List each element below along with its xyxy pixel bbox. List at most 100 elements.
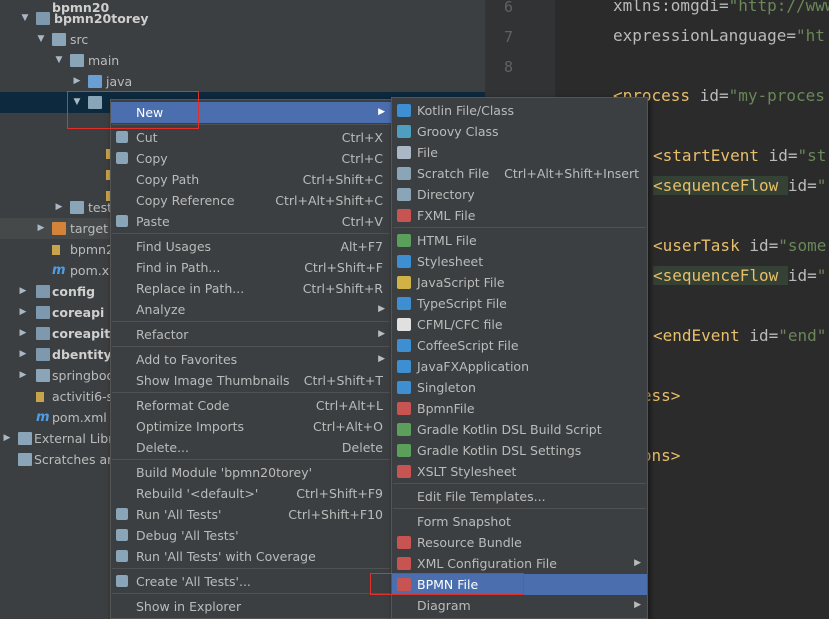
collapse-arrow-icon[interactable]: ▶ [36,218,46,239]
menu-item-groovy-class[interactable]: Groovy Class [392,121,647,142]
menu-separator [112,568,390,569]
menu-item-label: Diagram [417,598,471,613]
file-icon [397,146,411,159]
folder-icon [70,54,84,67]
cut-icon [116,131,128,143]
shortcut-label: Ctrl+Shift+C [302,172,383,187]
file-icon [52,245,60,255]
menu-item-replace-in-path[interactable]: Replace in Path... Ctrl+Shift+R [111,278,391,299]
menu-item-label: Replace in Path... [136,281,245,296]
menu-item-fxml-file[interactable]: FXML File [392,205,647,226]
tree-item-label: bpmn20torey [54,11,149,26]
menu-item-run-all-tests[interactable]: Run 'All Tests' Ctrl+Shift+F10 [111,504,391,525]
code-token: id= [768,146,798,165]
menu-item-resource-bundle[interactable]: Resource Bundle [392,532,647,553]
menu-item-directory[interactable]: Directory [392,184,647,205]
expand-arrow-icon[interactable]: ▼ [36,29,46,50]
expand-arrow-icon[interactable]: ▼ [20,8,30,29]
menu-item-label: JavaScript File [417,275,505,290]
menu-separator [393,483,646,484]
maven-icon: m [36,410,50,425]
menu-item-xml-configuration-file[interactable]: XML Configuration File ▶ [392,553,647,574]
menu-item-diagram[interactable]: Diagram ▶ [392,595,647,616]
collapse-arrow-icon[interactable]: ▶ [72,71,82,92]
menu-item-label: Build Module 'bpmn20torey' [136,465,313,480]
menu-item-label: XSLT Stylesheet [417,464,517,479]
fxml-icon [397,209,411,222]
code-token: id= [787,176,817,195]
menu-item-find-usages[interactable]: Find Usages Alt+F7 [111,236,391,257]
shortcut-label: Ctrl+Shift+F [304,260,383,275]
menu-item-file[interactable]: File [392,142,647,163]
xslt-icon [397,465,411,478]
code-token: "st [797,146,827,165]
menu-item-copy-reference[interactable]: Copy Reference Ctrl+Alt+Shift+C [111,190,391,211]
expand-arrow-icon[interactable]: ▼ [54,50,64,71]
xml-icon [397,557,411,570]
collapse-arrow-icon[interactable]: ▶ [18,323,28,344]
menu-item-reformat-code[interactable]: Reformat Code Ctrl+Alt+L [111,395,391,416]
folder-icon [52,33,66,46]
menu-item-javafxapplication[interactable]: JavaFXApplication [392,356,647,377]
menu-item-coffeescript-file[interactable]: CoffeeScript File [392,335,647,356]
menu-item-rebuild-default[interactable]: Rebuild '<default>' Ctrl+Shift+F9 [111,483,391,504]
menu-item-kotlin-file-class[interactable]: Kotlin File/Class [392,100,647,121]
menu-item-scratch-file[interactable]: Scratch File Ctrl+Alt+Shift+Insert [392,163,647,184]
menu-separator [112,346,390,347]
collapse-arrow-icon[interactable]: ▶ [54,197,64,218]
menu-item-optimize-imports[interactable]: Optimize Imports Ctrl+Alt+O [111,416,391,437]
collapse-arrow-icon[interactable]: ▶ [18,302,28,323]
menu-item-cfml-cfc-file[interactable]: CFML/CFC file [392,314,647,335]
tree-item-label: bpmn2 [70,242,114,257]
menu-item-edit-file-templates[interactable]: Edit File Templates... [392,486,647,507]
code-token: "my-proces [728,86,825,105]
menu-item-copy-path[interactable]: Copy Path Ctrl+Shift+C [111,169,391,190]
menu-item-xslt-stylesheet[interactable]: XSLT Stylesheet [392,461,647,482]
menu-item-typescript-file[interactable]: TypeScript File [392,293,647,314]
menu-item-gradle-kotlin-dsl-settings[interactable]: Gradle Kotlin DSL Settings [392,440,647,461]
menu-separator [112,392,390,393]
menu-item-refactor[interactable]: Refactor ▶ [111,324,391,345]
menu-item-analyze[interactable]: Analyze ▶ [111,299,391,320]
shortcut-label: Ctrl+Shift+R [302,281,383,296]
menu-item-show-in-explorer[interactable]: Show in Explorer [111,596,391,617]
code-token: xmlns:omgdi= [613,0,729,15]
menu-item-paste[interactable]: Paste Ctrl+V [111,211,391,232]
collapse-arrow-icon[interactable]: ▶ [2,428,12,449]
module-folder-icon [36,285,50,298]
menu-item-label: TypeScript File [417,296,507,311]
collapse-arrow-icon[interactable]: ▶ [18,365,28,386]
shortcut-label: Alt+F7 [340,239,383,254]
directory-icon [397,188,411,201]
menu-item-run-all-tests-with-coverage[interactable]: Run 'All Tests' with Coverage [111,546,391,567]
menu-item-build-module-bpmn20torey[interactable]: Build Module 'bpmn20torey' [111,462,391,483]
menu-item-delete[interactable]: Delete... Delete [111,437,391,458]
shortcut-label: Ctrl+Shift+T [303,373,383,388]
menu-item-label: Copy [136,151,168,166]
menu-item-label: Rebuild '<default>' [136,486,259,501]
collapse-arrow-icon[interactable]: ▶ [18,281,28,302]
code-line: <sequenceFlow id=" [653,176,826,195]
menu-item-html-file[interactable]: HTML File [392,230,647,251]
module-folder-icon [36,348,50,361]
menu-item-add-to-favorites[interactable]: Add to Favorites ▶ [111,349,391,370]
collapse-arrow-icon[interactable]: ▶ [18,344,28,365]
menu-item-bpmnfile[interactable]: BpmnFile [392,398,647,419]
menu-item-find-in-path[interactable]: Find in Path... Ctrl+Shift+F [111,257,391,278]
menu-item-form-snapshot[interactable]: Form Snapshot [392,511,647,532]
menu-item-stylesheet[interactable]: Stylesheet [392,251,647,272]
menu-item-label: Reformat Code [136,398,230,413]
gradle-icon [397,423,411,436]
menu-item-create-all-tests[interactable]: Create 'All Tests'... [111,571,391,592]
menu-item-label: Singleton [417,380,476,395]
menu-item-copy[interactable]: Copy Ctrl+C [111,148,391,169]
menu-item-gradle-kotlin-dsl-build-script[interactable]: Gradle Kotlin DSL Build Script [392,419,647,440]
menu-item-cut[interactable]: Cut Ctrl+X [111,127,391,148]
tree-item-label: coreapito [52,326,119,341]
menu-item-javascript-file[interactable]: JavaScript File [392,272,647,293]
menu-item-show-image-thumbnails[interactable]: Show Image Thumbnails Ctrl+Shift+T [111,370,391,391]
menu-item-singleton[interactable]: Singleton [392,377,647,398]
menu-item-debug-all-tests[interactable]: Debug 'All Tests' [111,525,391,546]
tree-item-label: main [88,53,120,68]
folder-icon [36,369,50,382]
